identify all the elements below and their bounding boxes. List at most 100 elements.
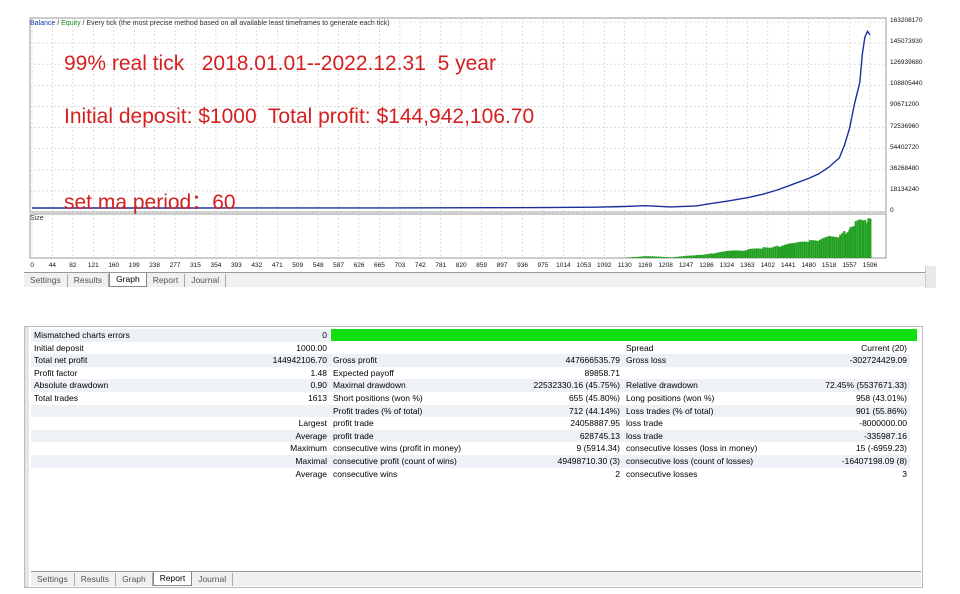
volume-bar: [730, 250, 733, 258]
volume-bar: [826, 236, 829, 258]
x-tick-label: 703: [394, 262, 406, 269]
volume-bar: [667, 257, 670, 258]
table-cell: loss trade: [623, 429, 804, 443]
x-tick-label: 0: [30, 262, 34, 269]
table-cell: 447666535.79: [519, 354, 623, 367]
top-tab-graph[interactable]: Graph: [109, 273, 147, 287]
table-cell: 144942106.70: [244, 354, 330, 367]
volume-bar: [768, 247, 771, 258]
table-cell: [31, 417, 244, 430]
table-cell: Short positions (won %): [330, 391, 519, 405]
table-cell: Relative drawdown: [623, 379, 804, 392]
table-cell: [519, 341, 623, 355]
volume-bar: [692, 255, 695, 258]
table-cell: consecutive losses: [623, 467, 804, 481]
bottom-tab-settings[interactable]: Settings: [31, 573, 75, 586]
volume-bar: [721, 251, 724, 258]
table-cell: 22532330.16 (45.75%): [519, 379, 623, 392]
table-cell: Spread: [623, 341, 804, 355]
top-tab-settings[interactable]: Settings: [24, 274, 68, 287]
volume-bar: [837, 237, 840, 258]
table-cell: loss trade: [623, 417, 804, 430]
x-tick-label: 1518: [821, 262, 837, 269]
table-cell: Largest: [244, 417, 330, 430]
x-tick-label: 471: [271, 262, 283, 269]
volume-bar: [797, 242, 800, 258]
table-row: Maximal consecutive profit (count of wins…: [31, 454, 910, 468]
table-cell: Maximum: [244, 442, 330, 455]
table-cell: 958 (43.01%): [804, 391, 910, 405]
x-tick-label: 587: [333, 262, 345, 269]
table-cell: [804, 366, 910, 380]
table-cell: profit trade: [330, 417, 519, 430]
bottom-tab-journal[interactable]: Journal: [192, 573, 234, 586]
bottom-tab-graph[interactable]: Graph: [116, 573, 153, 586]
volume-bar: [719, 251, 722, 258]
table-row: Profit trades (% of total) 712 (44.14%) Lo…: [31, 404, 910, 418]
x-tick-label: 354: [210, 262, 222, 269]
bottom-tab-report[interactable]: Report: [152, 572, 193, 586]
volume-bar: [704, 254, 707, 258]
x-tick-label: 315: [190, 262, 201, 269]
volume-bar: [708, 253, 711, 258]
volume-bar: [808, 240, 811, 258]
x-tick-label: 393: [230, 262, 242, 269]
volume-bar: [801, 241, 804, 258]
volume-bar: [862, 220, 865, 258]
volume-bar: [818, 239, 821, 258]
volume-bar: [772, 246, 775, 258]
volume-bar: [757, 248, 760, 258]
volume-bar: [803, 241, 806, 258]
volume-bar: [759, 248, 762, 258]
volume-bar: [844, 233, 847, 258]
volume-bar: [786, 244, 789, 258]
volume-bar: [854, 221, 857, 258]
volume-bar: [846, 232, 849, 258]
table-cell: [31, 404, 244, 418]
table-cell: 655 (45.80%): [519, 391, 623, 405]
vertical-scrollbar[interactable]: [925, 266, 936, 288]
volume-bar: [751, 248, 754, 258]
volume-bar: [793, 243, 796, 258]
volume-bar: [629, 257, 632, 258]
overlay-line-ma-period: set ma period：60: [64, 191, 236, 214]
report-left-scrollbar[interactable]: [25, 327, 29, 587]
volume-bar: [749, 248, 752, 258]
x-tick-label: 1053: [576, 262, 592, 269]
volume-bar: [647, 256, 650, 258]
top-tab-bar: Settings Results Graph Report Journal: [24, 272, 926, 287]
table-cell: Current (20): [804, 341, 910, 355]
x-tick-label: 1557: [842, 262, 857, 269]
volume-bar: [688, 255, 691, 258]
bottom-tab-results[interactable]: Results: [74, 573, 117, 586]
x-tick-label: 1130: [617, 262, 632, 269]
volume-bar: [696, 254, 699, 258]
x-tick-label: 1014: [556, 262, 571, 269]
y-tick-label: 36268480: [890, 164, 919, 172]
volume-bar: [732, 250, 735, 258]
bottom-tab-bar: Settings Results Graph Report Journal: [31, 571, 921, 586]
volume-bar: [740, 250, 743, 258]
y-tick-label: 0: [890, 207, 894, 214]
table-row: Initial deposit 1000.00 Spread Current (20): [31, 341, 910, 355]
table-cell: profit trade: [330, 429, 519, 443]
top-tab-results[interactable]: Results: [67, 274, 110, 287]
volume-bar: [728, 250, 731, 258]
x-tick-label: 1596: [862, 262, 878, 269]
table-cell: Long positions (won %): [623, 391, 804, 405]
table-cell: 901 (55.86%): [804, 404, 910, 418]
volume-bar: [869, 218, 872, 258]
volume-bar: [641, 256, 644, 258]
table-cell: 1613: [244, 391, 330, 405]
top-tab-journal[interactable]: Journal: [185, 274, 227, 287]
volume-bar: [812, 240, 815, 258]
volume-bar: [851, 226, 854, 258]
x-tick-label: 742: [414, 262, 426, 269]
volume-bar: [799, 241, 802, 258]
top-tab-report[interactable]: Report: [146, 274, 186, 287]
table-cell: 1.48: [244, 366, 330, 380]
table-cell: consecutive losses (loss in money): [623, 442, 804, 455]
volume-bar: [867, 218, 870, 258]
volume-bar: [831, 236, 834, 258]
volume-bar: [795, 242, 798, 258]
